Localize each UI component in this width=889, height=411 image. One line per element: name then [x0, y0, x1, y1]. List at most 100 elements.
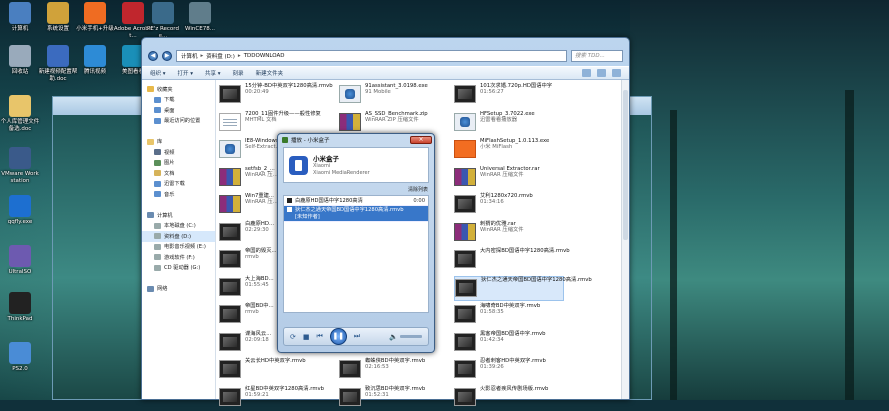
file-item[interactable]: 刺猬的优雅.rar WinRAR 压缩文件 [454, 221, 564, 246]
playlist-item[interactable]: 白鹿原HD国语中字1280高清 0:00 [284, 196, 428, 206]
file-item[interactable]: 大内密探BD国语中字1280高清.rmvb [454, 248, 570, 273]
previous-icon[interactable]: ⏮ [317, 332, 323, 341]
repeat-icon[interactable]: ⟳ [290, 333, 296, 341]
file-item[interactable]: 致沉思BD中英双字.rmvb 01:52:31 [339, 386, 451, 411]
forward-icon[interactable]: ▶ [162, 51, 172, 61]
desktop-icon[interactable]: WinCE78... [180, 2, 220, 33]
file-item[interactable]: 海啸奇BD中英双字.rmvb 01:58:35 [454, 303, 564, 328]
file-item[interactable]: 红星BD中英双字1280高清.rmvb 01:59:21 [219, 386, 331, 411]
toolbar: 组织 ▾ 打开 ▾ 共享 ▾ 刻录 新建文件夹 [142, 66, 629, 80]
file-item[interactable]: 蜘蛛侠BD中英双字.rmvb 02:16:53 [339, 358, 451, 383]
nav-item-icon [154, 222, 161, 229]
open-button[interactable]: 打开 ▾ [178, 69, 194, 77]
file-item[interactable]: 黑客帝国BD国语中字.rmvb 01:42:34 [454, 331, 564, 356]
file-item[interactable]: 艾利1280x720.rmvb 01:34:16 [454, 193, 564, 218]
view-icon[interactable] [582, 69, 591, 77]
clear-list-link[interactable]: 清除列表 [408, 187, 428, 193]
file-name: 关云长HD中英双字.rmvb [245, 358, 306, 364]
media-player-window[interactable]: 播放 - 小米盒子 × 小米盒子 Xiaomi Xiaomi MediaRend… [277, 133, 435, 353]
doc-file-icon [219, 112, 241, 131]
video-file-icon [219, 222, 241, 241]
file-item[interactable]: HFSetup_3.7022.exe 迅雷看看播放器 [454, 111, 564, 136]
file-item[interactable]: 关云长HD中英双字.rmvb [219, 358, 331, 383]
burn-button[interactable]: 刻录 [233, 69, 244, 77]
next-icon[interactable]: ⏭ [354, 332, 360, 341]
nav-item[interactable]: 本地磁盘 (C:) [142, 221, 215, 232]
back-icon[interactable]: ◀ [148, 51, 158, 61]
desktop-icon[interactable]: 小米手机+升级 [75, 2, 115, 33]
file-item[interactable]: 91assistant_3.0198.exe 91 Mobile [339, 83, 451, 108]
nav-item[interactable]: 资料盘 (D:) [142, 231, 215, 242]
nav-item-icon [154, 264, 161, 271]
nav-item[interactable]: 游戏软件 (F:) [142, 252, 215, 263]
nav-item[interactable]: 网络 [142, 284, 215, 295]
file-item[interactable]: 7200_11固件升级——般性修复 MHTML 文档 [219, 111, 331, 136]
nav-item[interactable]: 迅雷下载 [142, 179, 215, 190]
vertical-scrollbar[interactable] [621, 80, 629, 399]
file-item[interactable]: MiFlashSetup_1.0.113.exe 小米 MiFlash [454, 138, 564, 163]
breadcrumb-1[interactable]: 计算机 [181, 52, 198, 60]
desktop-icon[interactable]: 回收站 [0, 45, 40, 76]
preview-pane-icon[interactable] [597, 69, 606, 77]
video-file-icon [219, 387, 241, 406]
nav-item[interactable]: 桌面 [142, 105, 215, 116]
desktop-icon[interactable]: 个人库管理文件备选.doc [0, 95, 40, 132]
nav-item-label: 本地磁盘 (C:) [164, 223, 196, 230]
file-item[interactable]: 狄仁杰之通天帝国BD国语中字1280高清.rmvb [454, 275, 592, 301]
search-input[interactable]: 搜索 TDD... [571, 50, 623, 62]
nav-item-icon [154, 180, 161, 187]
file-detail: 01:34:16 [480, 199, 504, 206]
nav-item-icon [147, 285, 154, 292]
breadcrumb-3[interactable]: TDDOWNLOAD [244, 53, 285, 59]
file-item[interactable]: 15分钟-BD中英双字1280高清.rmvb 00:20:49 [219, 83, 333, 108]
desktop-icon[interactable]: qqfly.exe [0, 195, 40, 226]
nav-item[interactable]: 文档 [142, 168, 215, 179]
nav-item[interactable]: 计算机 [142, 210, 215, 221]
new-folder-button[interactable]: 新建文件夹 [256, 69, 284, 77]
organize-button[interactable]: 组织 ▾ [150, 69, 166, 77]
desktop-icon[interactable]: 新建视频配置帮助.doc [38, 45, 78, 82]
desktop-icon[interactable]: VMware Workstation [0, 147, 40, 184]
desktop-icon[interactable]: UltraISO [0, 245, 40, 276]
nav-item[interactable]: 电影音乐视频 (E:) [142, 242, 215, 253]
device-vendor: Xiaomi [313, 163, 331, 169]
nav-item[interactable]: 最近访问的位置 [142, 116, 215, 127]
file-item[interactable]: 101次求婚.720p.HD国语中字 01:56:27 [454, 83, 564, 108]
pause-button[interactable]: ❚❚ [329, 328, 347, 345]
desktop-icon[interactable]: PE'z Recorde... [143, 2, 183, 39]
nav-item[interactable]: 下载 [142, 95, 215, 106]
volume-control[interactable]: 🔈 [389, 333, 422, 341]
stop-icon[interactable]: ■ [303, 333, 310, 341]
file-item[interactable]: AS_SSD_Benchmark.zip WinRAR ZIP 压缩文件 [339, 111, 451, 136]
share-button[interactable]: 共享 ▾ [205, 69, 221, 77]
video-file-icon [455, 278, 477, 297]
nav-item[interactable]: 库 [142, 137, 215, 148]
desktop-icon[interactable]: 腾讯视频 [75, 45, 115, 76]
desktop-icon[interactable]: PS2.0 [0, 342, 40, 373]
file-item[interactable]: 火影忍者疾风传剧场版.rmvb [454, 386, 564, 411]
file-item[interactable]: Universal Extractor.rar WinRAR 压缩文件 [454, 166, 564, 191]
nav-item-label: 最近访问的位置 [164, 118, 201, 125]
nav-item[interactable]: 音乐 [142, 189, 215, 200]
file-name: 白鹿原HD... [245, 220, 275, 227]
close-button[interactable]: × [410, 135, 432, 144]
playlist-item-author: [未知作者] [295, 213, 320, 220]
desktop-icon[interactable]: ThinkPad [0, 292, 40, 323]
nav-item[interactable]: 视频 [142, 147, 215, 158]
nav-item[interactable]: 图片 [142, 158, 215, 169]
nav-item-icon [154, 191, 161, 198]
nav-item[interactable]: 收藏夹 [142, 84, 215, 95]
desktop-icon[interactable]: 系统设置 [38, 2, 78, 33]
file-item[interactable]: 忍者刺客HD中英双字.rmvb 01:39:26 [454, 358, 564, 383]
video-file-icon [454, 387, 476, 406]
nav-item[interactable]: CD 驱动器 (G:) [142, 263, 215, 274]
help-icon[interactable] [612, 69, 621, 77]
volume-slider[interactable] [400, 335, 422, 338]
desktop-icon-image [189, 2, 211, 24]
address-bar[interactable]: 计算机 ▸ 资料盘 (D:) ▸ TDDOWNLOAD [176, 50, 567, 62]
playlist-item-selected[interactable]: 狄仁杰之通天帝国BD国语中字1280高清.rmvb [未知作者] [284, 206, 428, 222]
nav-item [142, 200, 215, 211]
video-file-icon [454, 195, 476, 213]
desktop-icon[interactable]: 计算机 [0, 2, 40, 33]
breadcrumb-2[interactable]: 资料盘 (D:) [206, 52, 235, 60]
